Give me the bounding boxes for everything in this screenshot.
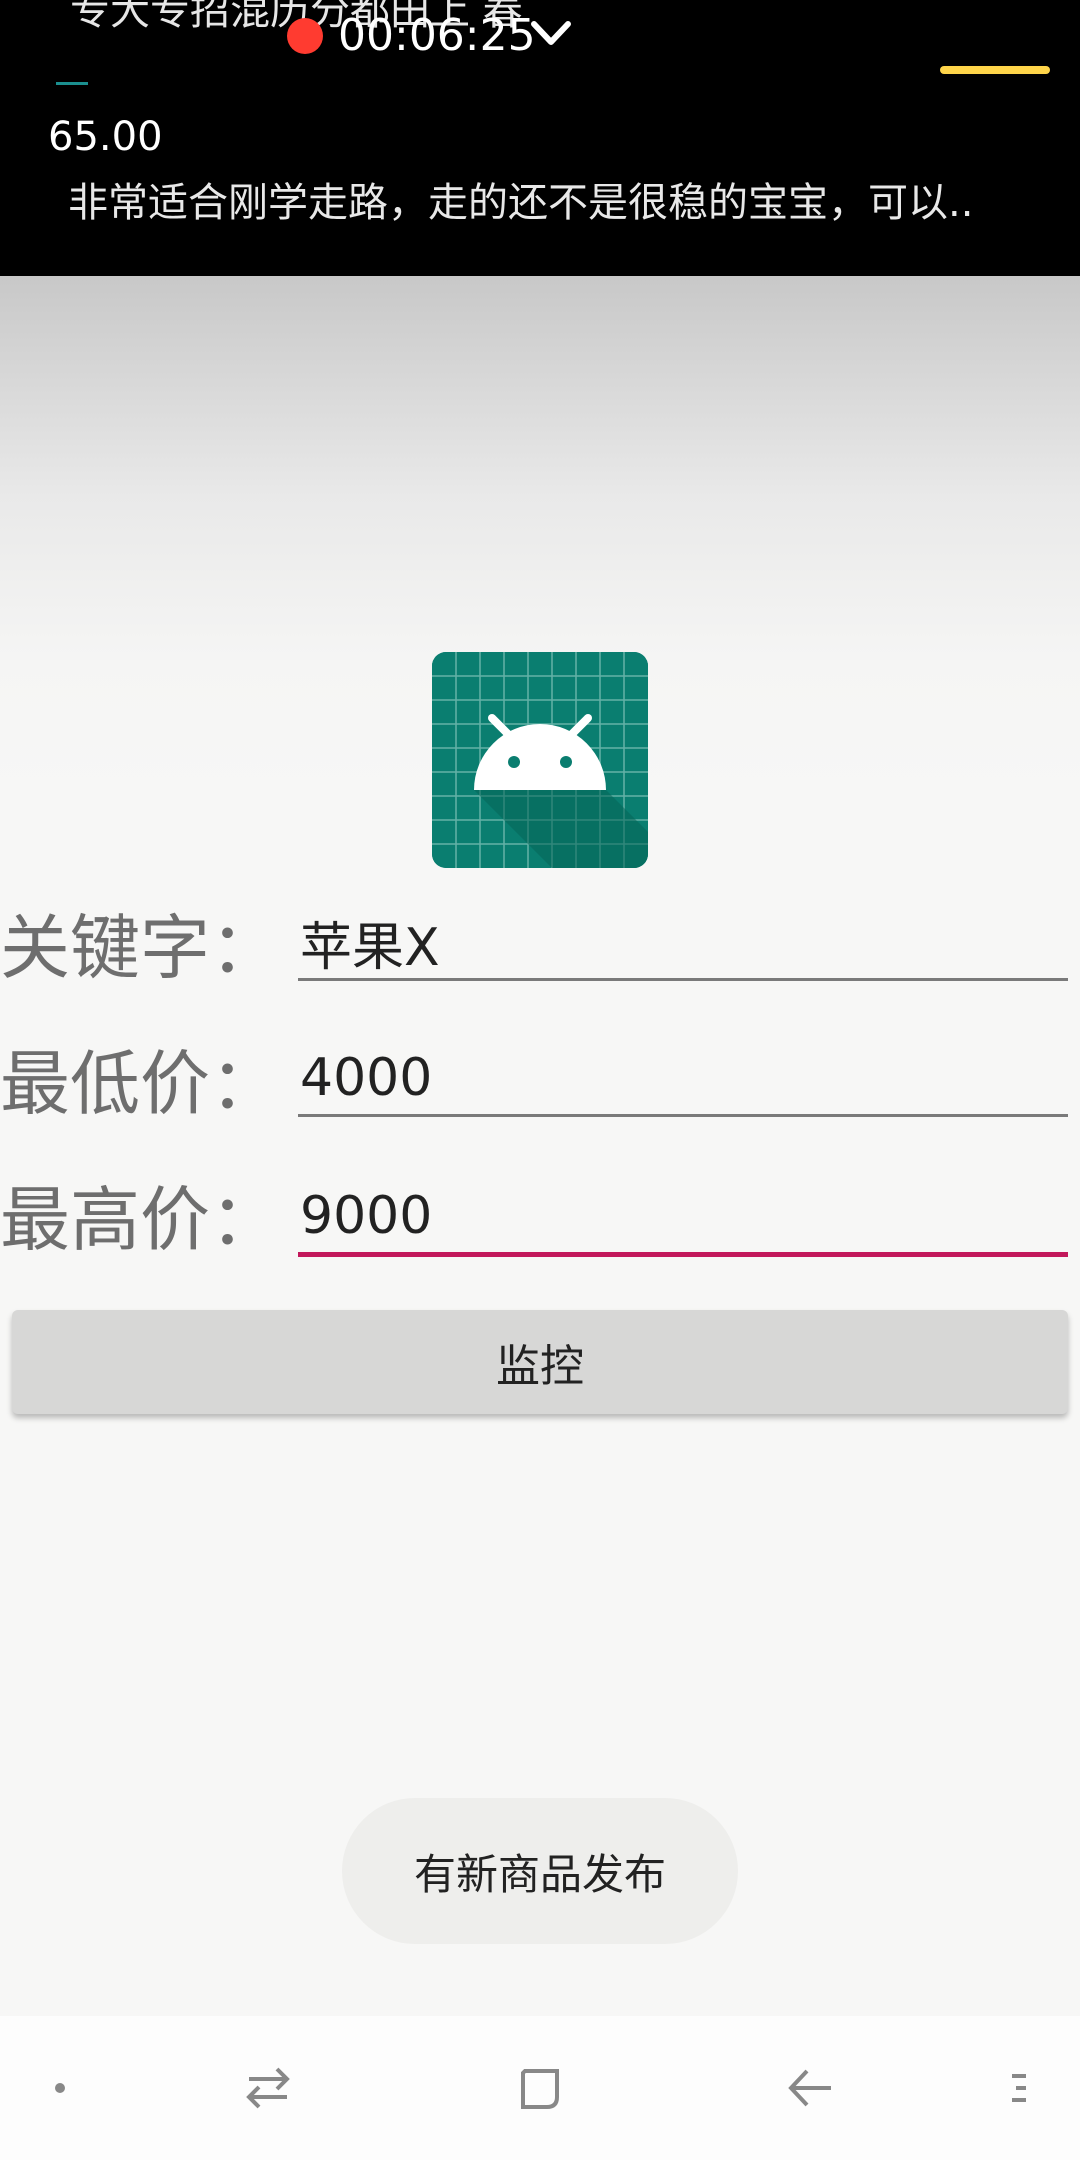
item-price: 65.00	[48, 114, 163, 160]
back-arrow-icon	[788, 2069, 831, 2107]
nav-switch-button[interactable]	[208, 2016, 328, 2160]
nav-dot-button[interactable]	[0, 2016, 120, 2160]
monitor-button[interactable]: 监控	[12, 1310, 1068, 1414]
chevron-down-icon[interactable]	[528, 16, 574, 50]
keyword-field[interactable]	[298, 882, 1068, 981]
nav-menu-button[interactable]	[960, 2016, 1080, 2160]
recent-apps-icon	[521, 2069, 559, 2109]
max-price-label: 最高价：	[0, 1179, 280, 1261]
min-price-label: 最低价：	[0, 1043, 280, 1125]
toast-message: 有新商品发布	[342, 1798, 738, 1944]
nav-dot-icon	[55, 2083, 65, 2093]
teal-indicator	[56, 82, 88, 85]
max-price-field[interactable]	[298, 1156, 1068, 1257]
main-content	[0, 276, 1080, 2016]
keyword-label: 关键字：	[0, 907, 280, 989]
nav-recent-button[interactable]	[480, 2016, 600, 2160]
navigation-bar	[0, 2016, 1080, 2160]
notification-overlay[interactable]: 专大专招混历分都田上 春 00:06:25 65.00 非常适合刚学走路，走的还…	[0, 0, 1080, 276]
keyword-input[interactable]	[300, 912, 1040, 972]
menu-lines-icon	[1012, 2074, 1026, 2102]
screen: 专大专招混历分都田上 春 00:06:25 65.00 非常适合刚学走路，走的还…	[0, 0, 1080, 2160]
item-description: 非常适合刚学走路，走的还不是很稳的宝宝，可以..	[68, 180, 974, 226]
record-dot-icon	[287, 18, 323, 54]
yellow-indicator-bar	[940, 66, 1050, 74]
min-price-input[interactable]	[300, 1048, 1040, 1108]
min-price-field[interactable]	[298, 1018, 1068, 1117]
recording-time: 00:06:25	[338, 10, 536, 61]
switch-arrows-icon	[246, 2067, 290, 2109]
nav-back-button[interactable]	[750, 2016, 870, 2160]
max-price-input[interactable]	[300, 1186, 1040, 1246]
android-app-icon	[432, 652, 648, 868]
